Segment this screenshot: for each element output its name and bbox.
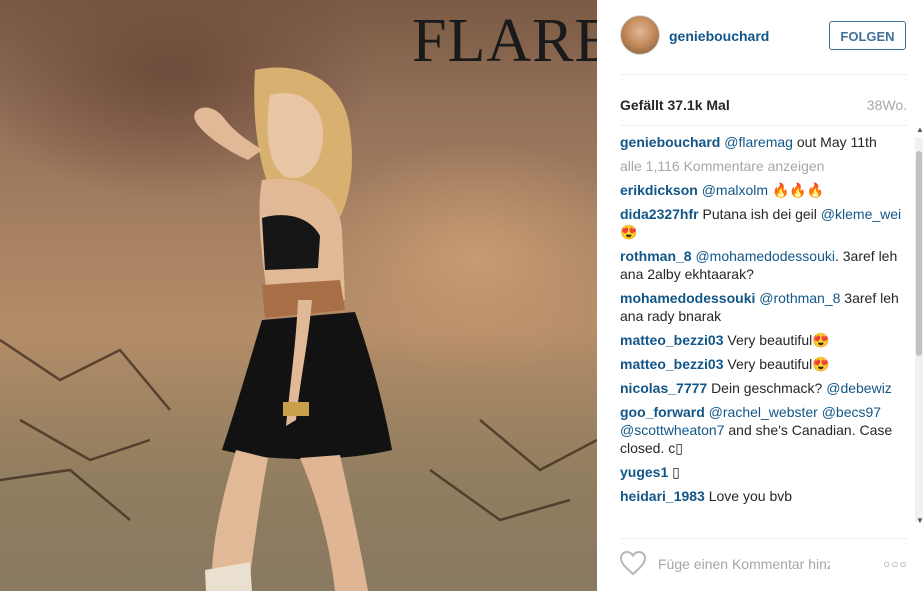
mention-link[interactable]: @flaremag bbox=[724, 134, 793, 150]
comment-author[interactable]: dida2327hfr bbox=[620, 206, 699, 222]
follow-button[interactable]: FOLGEN bbox=[829, 21, 906, 50]
comment-author[interactable]: mohamedodessouki bbox=[620, 290, 755, 306]
post-header: geniebouchard FOLGEN bbox=[597, 0, 923, 74]
comment-author[interactable]: erikdickson bbox=[620, 182, 698, 198]
comment-input[interactable] bbox=[658, 555, 830, 573]
username-link[interactable]: geniebouchard bbox=[669, 28, 769, 44]
comment-row: dida2327hfr Putana ish dei geil @kleme_w… bbox=[620, 205, 908, 241]
comment-entries: erikdickson @malxolm 🔥🔥🔥 dida2327hfr Puta… bbox=[620, 181, 908, 505]
comment-author[interactable]: heidari_1983 bbox=[620, 488, 705, 504]
comment-author[interactable]: rothman_8 bbox=[620, 248, 692, 264]
mention-link[interactable]: @rothman_8 bbox=[759, 290, 840, 306]
comment-author[interactable]: yuges1 bbox=[620, 464, 668, 480]
comment-text: Putana ish dei geil bbox=[702, 206, 821, 222]
mention-link[interactable]: @rachel_webster bbox=[709, 404, 818, 420]
comment-text: 🔥🔥🔥 bbox=[768, 182, 825, 198]
mention-link[interactable]: @debewiz bbox=[826, 380, 892, 396]
comment-text: out May 11th bbox=[792, 134, 877, 150]
magazine-brand: FLARE bbox=[412, 7, 597, 75]
scroll-down-arrow-icon[interactable]: ▼ bbox=[916, 517, 923, 525]
comment-text: 😍 bbox=[620, 224, 638, 240]
comment-row: rothman_8 @mohamedodessouki. 3aref leh a… bbox=[620, 247, 908, 283]
footer-divider bbox=[620, 538, 908, 539]
likes-count[interactable]: Gefällt 37.1k Mal bbox=[620, 97, 730, 113]
comment-author[interactable]: matteo_bezzi03 bbox=[620, 356, 723, 372]
mention-link[interactable]: @scottwheaton7 bbox=[620, 422, 725, 438]
view-all-comments-link[interactable]: alle 1,116 Kommentare anzeigen bbox=[620, 157, 908, 175]
mention-link[interactable]: @kleme_wei bbox=[821, 206, 901, 222]
comment-text: Love you bvb bbox=[708, 488, 793, 504]
scrollbar-thumb[interactable] bbox=[916, 151, 922, 356]
comment-text: Very beautiful😍 bbox=[727, 332, 830, 348]
comment-author[interactable]: matteo_bezzi03 bbox=[620, 332, 723, 348]
post-photo: FLARE bbox=[0, 0, 597, 591]
scrollbar[interactable] bbox=[915, 137, 923, 522]
comment-text: Very beautiful😍 bbox=[727, 356, 830, 372]
comment-text: ▯ bbox=[672, 464, 680, 480]
header-divider bbox=[620, 74, 908, 75]
mention-link[interactable]: @malxolm bbox=[702, 182, 768, 198]
more-options-icon[interactable]: ○○○ bbox=[883, 557, 908, 571]
photo-figure bbox=[0, 67, 597, 591]
comment-row: erikdickson @malxolm 🔥🔥🔥 bbox=[620, 181, 908, 199]
scroll-up-arrow-icon[interactable]: ▲ bbox=[916, 126, 923, 134]
mention-link[interactable]: @becs97 bbox=[822, 404, 881, 420]
comment-author[interactable]: nicolas_7777 bbox=[620, 380, 707, 396]
post-sidebar: geniebouchard FOLGEN Gefällt 37.1k Mal 3… bbox=[597, 0, 923, 591]
comment-row: goo_forward @rachel_webster @becs97 @sco… bbox=[620, 403, 908, 457]
heart-icon[interactable] bbox=[619, 550, 647, 576]
comment-row: matteo_bezzi03 Very beautiful😍 bbox=[620, 355, 908, 373]
comments-list[interactable]: geniebouchard @flaremag out May 11th all… bbox=[620, 133, 908, 530]
comment-author[interactable]: geniebouchard bbox=[620, 134, 720, 150]
comment-row: heidari_1983 Love you bvb bbox=[620, 487, 908, 505]
comment-row: yuges1 ▯ bbox=[620, 463, 908, 481]
comment-row: matteo_bezzi03 Very beautiful😍 bbox=[620, 331, 908, 349]
comment-text: Dein geschmack? bbox=[711, 380, 827, 396]
comment-row: nicolas_7777 Dein geschmack? @debewiz bbox=[620, 379, 908, 397]
stats-divider bbox=[620, 125, 908, 126]
post-age[interactable]: 38Wo. bbox=[867, 97, 907, 113]
comment-author[interactable]: goo_forward bbox=[620, 404, 705, 420]
comment-row: mohamedodessouki @rothman_8 3aref leh an… bbox=[620, 289, 908, 325]
mention-link[interactable]: @mohamedodessouki bbox=[695, 248, 835, 264]
avatar[interactable] bbox=[620, 15, 660, 55]
caption: geniebouchard @flaremag out May 11th bbox=[620, 133, 908, 151]
